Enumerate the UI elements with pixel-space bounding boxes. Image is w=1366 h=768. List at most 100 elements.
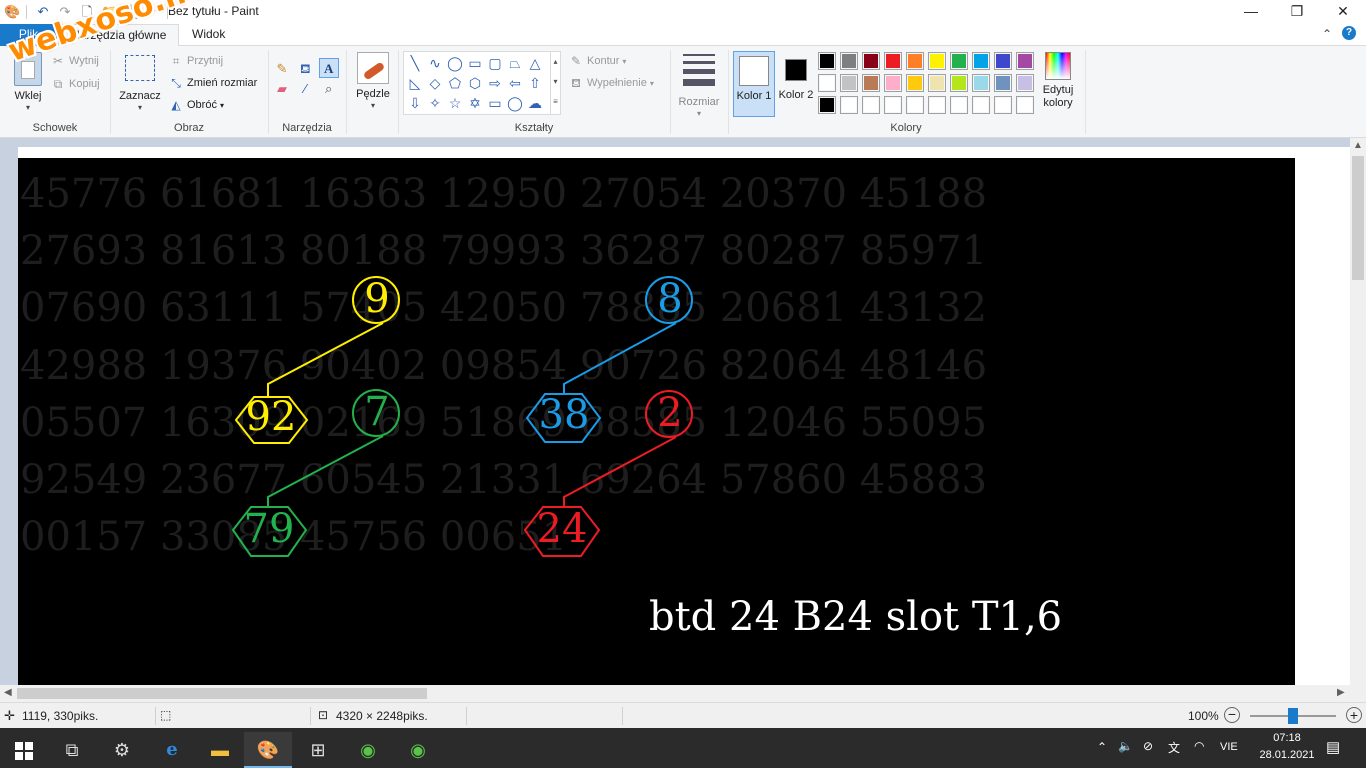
palette-swatch[interactable] [840,74,858,92]
select-button[interactable]: Zaznacz ▾ [116,52,164,118]
color1-button[interactable]: Kolor 1 [733,51,775,117]
scroll-up-icon[interactable]: ▲ [1353,140,1363,151]
file-explorer-icon[interactable]: ▬ [196,732,244,768]
arrow-up-shape-icon[interactable]: ⇧ [525,73,545,93]
palette-swatch[interactable] [818,74,836,92]
magnifier-icon[interactable]: ⌕ [319,79,339,99]
volume-icon[interactable]: 🔈 [1118,739,1133,753]
palette-swatch[interactable] [906,52,924,70]
star6-shape-icon[interactable]: ✡ [465,93,485,113]
palette-swatch[interactable] [972,74,990,92]
callout-oval-shape-icon[interactable]: ◯ [505,93,525,113]
fill-bucket-icon[interactable]: ⛾ [295,59,315,79]
rounded-rectangle-shape-icon[interactable]: ▢ [485,53,505,73]
store-icon[interactable]: ⊞ [294,732,342,768]
rotate-button[interactable]: ◭ Obróć ▾ [168,96,224,114]
clock-time[interactable]: 07:18 [1255,732,1319,744]
pencil-icon[interactable]: ✎ [272,59,292,79]
palette-swatch[interactable] [972,52,990,70]
palette-swatch[interactable] [884,74,902,92]
zoom-in-button[interactable]: + [1346,707,1362,723]
palette-swatch[interactable] [994,74,1012,92]
zoom-slider-track[interactable] [1250,708,1336,724]
edit-colors-button[interactable]: Edytuj kolory [1038,52,1078,118]
palette-swatch[interactable] [928,96,946,114]
right-triangle-shape-icon[interactable]: ◺ [405,73,425,93]
palette-swatch[interactable] [950,52,968,70]
clock-date[interactable]: 28.01.2021 [1255,749,1319,761]
palette-swatch[interactable] [928,52,946,70]
callout-rect-shape-icon[interactable]: ▭ [485,93,505,113]
curve-shape-icon[interactable]: ∿ [425,53,445,73]
minimize-button[interactable]: — [1228,0,1274,24]
palette-swatch[interactable] [1016,74,1034,92]
palette-swatch[interactable] [818,96,836,114]
horizontal-scrollbar[interactable]: ◀ ▶ [0,685,1350,702]
size-button[interactable]: Rozmiar ▾ [676,54,722,118]
palette-swatch[interactable] [928,74,946,92]
app-green-icon-1[interactable]: ◉ [344,732,392,768]
wifi-icon[interactable]: ◠ [1194,739,1204,753]
close-button[interactable]: ✕ [1320,0,1366,24]
eraser-icon[interactable]: ▰ [272,79,292,99]
polygon-shape-icon[interactable]: ⏢ [505,53,525,73]
control-panel-icon[interactable]: ⚙ [98,732,146,768]
drawing-image[interactable]: 45776 61681 16363 12950 27054 20370 4518… [18,158,1295,685]
palette-swatch[interactable] [884,52,902,70]
palette-swatch[interactable] [840,52,858,70]
maximize-button[interactable]: ❐ [1274,0,1320,24]
fill-button[interactable]: ⛾ Wypełnienie ▾ [568,74,654,92]
palette-swatch[interactable] [840,96,858,114]
canvas-workspace[interactable]: 45776 61681 16363 12950 27054 20370 4518… [0,138,1350,685]
palette-swatch[interactable] [972,96,990,114]
palette-swatch[interactable] [994,96,1012,114]
notifications-icon[interactable]: ▤ [1326,738,1340,756]
palette-swatch[interactable] [950,74,968,92]
palette-swatch[interactable] [1016,52,1034,70]
scroll-left-icon[interactable]: ◀ [4,687,12,698]
arrow-left-shape-icon[interactable]: ⇦ [505,73,525,93]
text-tool-icon[interactable]: A [318,58,339,78]
callout-cloud-shape-icon[interactable]: ☁ [525,93,545,113]
color-picker-icon[interactable]: ⁄ [295,79,315,99]
shapes-scroll[interactable]: ▴ ▾ ≡ [550,52,560,114]
language-indicator[interactable]: VIE [1220,741,1238,753]
tab-view[interactable]: Widok [180,24,237,46]
palette-swatch[interactable] [862,74,880,92]
triangle-shape-icon[interactable]: △ [525,53,545,73]
arrow-right-shape-icon[interactable]: ⇨ [485,73,505,93]
diamond-shape-icon[interactable]: ◇ [425,73,445,93]
task-view-icon[interactable]: ⧉ [48,732,96,768]
undo-icon[interactable]: ↶ [35,4,51,20]
pentagon-shape-icon[interactable]: ⬠ [445,73,465,93]
resize-button[interactable]: ⤡ Zmień rozmiar [168,74,257,92]
palette-swatch[interactable] [818,52,836,70]
zoom-out-button[interactable]: − [1224,707,1240,723]
help-icon[interactable]: ? [1342,26,1356,40]
paint-taskbar-icon[interactable]: 🎨 [244,732,292,768]
cut-button[interactable]: ✂ Wytnij [50,52,99,70]
palette-swatch[interactable] [906,74,924,92]
arrow-down-shape-icon[interactable]: ⇩ [405,93,425,113]
oval-shape-icon[interactable]: ◯ [445,53,465,73]
start-button[interactable] [0,732,48,768]
rectangle-shape-icon[interactable]: ▭ [465,53,485,73]
palette-swatch[interactable] [884,96,902,114]
scroll-right-icon[interactable]: ▶ [1337,687,1345,698]
collapse-ribbon-icon[interactable]: ⌃ [1322,27,1332,41]
copy-button[interactable]: ⧉ Kopiuj [50,75,100,93]
line-shape-icon[interactable]: ╲ [405,53,425,73]
star4-shape-icon[interactable]: ✧ [425,93,445,113]
palette-swatch[interactable] [862,52,880,70]
palette-swatch[interactable] [906,96,924,114]
brushes-button[interactable]: Pędzle ▾ [352,52,394,118]
input-method-icon[interactable]: 文 [1168,739,1180,756]
star5-shape-icon[interactable]: ☆ [445,93,465,113]
palette-swatch[interactable] [994,52,1012,70]
network-icon[interactable]: ⊘ [1143,739,1153,753]
tray-chevron-up-icon[interactable]: ⌃ [1097,740,1107,754]
paint-app-icon[interactable]: 🎨 [4,4,20,20]
vertical-scroll-thumb[interactable] [1352,156,1364,280]
horizontal-scroll-thumb[interactable] [17,688,427,699]
zoom-slider-thumb[interactable] [1288,708,1298,724]
